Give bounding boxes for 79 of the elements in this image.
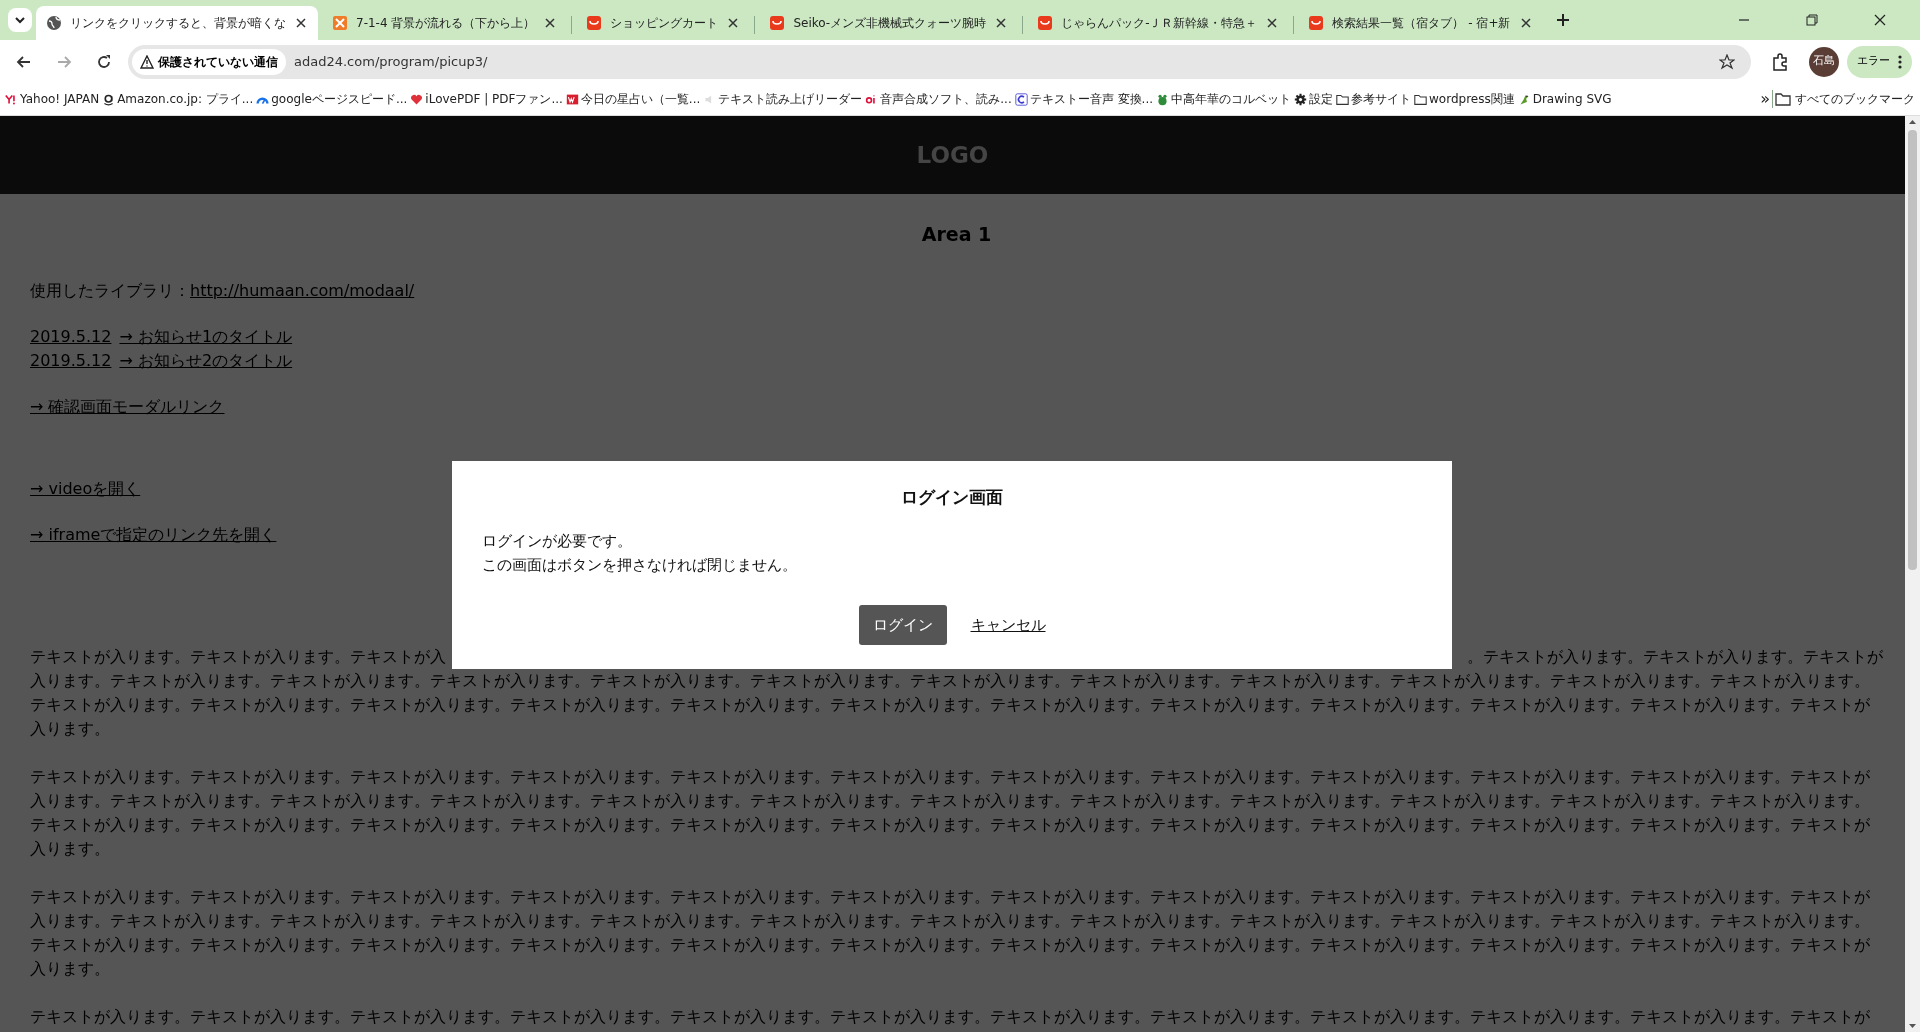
browser-tab[interactable]: ショッピングカート xyxy=(576,6,751,40)
body-paragraph: テキストが入ります。テキストが入ります。テキストが入ります。テキストが入ります。テキストが入ります。テキストが入ります。テキストが入ります。テキストが入ります。テキストが入ります。テキストが入ります。テキストが入ります。テキストが入ります。テキストが入ります。テキストが入ります。テキストが入ります。テキストが入ります。テキストが入ります。テキストが入ります。テキストが入ります。テキストが入ります。テキストが入ります。テキストが入ります。テキストが入ります。テキストが入ります。テキストが入ります。テキストが入ります。テキストが入ります。テキストが入ります。テキストが入ります。テキストが入ります。テキストが入ります。テキストが入ります。テキストが入ります。テキストが入ります。テキストが入ります。 xyxy=(30,885,1871,980)
puzzle-icon[interactable] xyxy=(1771,52,1789,71)
tab-title: 検索結果一覧（宿タブ） - 宿+新 xyxy=(1332,15,1511,32)
close-icon[interactable] xyxy=(1872,12,1888,28)
browser-tab[interactable]: 7-1-4 背景が流れる（下から上） xyxy=(322,6,568,40)
bookmark-item[interactable]: 中高年華のコルベット xyxy=(1155,88,1292,111)
tab-title: じゃらんパック-ＪＲ新幹線・特急＋ xyxy=(1061,15,1258,32)
login-button[interactable]: ログイン xyxy=(858,604,947,646)
tab-title: リンクをクリックすると、背景が暗くな xyxy=(70,15,286,32)
tab-search-button[interactable] xyxy=(8,8,32,32)
globe-icon xyxy=(46,15,62,31)
close-icon[interactable] xyxy=(726,16,741,30)
restore-icon[interactable] xyxy=(1804,12,1820,28)
close-icon[interactable] xyxy=(994,16,1009,30)
browser-tab[interactable]: じゃらんパック-ＪＲ新幹線・特急＋ xyxy=(1027,6,1290,40)
paragraph-text: 。テキストが入ります。テキストが入ります。テキストが xyxy=(1467,645,1883,668)
heart-icon xyxy=(410,92,424,106)
more-bookmarks-button[interactable]: » xyxy=(1759,85,1771,114)
close-icon[interactable] xyxy=(1265,16,1280,30)
bookmark-item[interactable]: Yahoo! JAPAN xyxy=(4,88,101,111)
paragraph-text: 入ります。テキストが入ります。テキストが入ります。テキストが入ります。テキストが入ります。テキストが入ります。テキストが入ります。テキストが入ります。テキストが入ります。テキストが入ります。テキストが入ります。テキストが入ります。テキストが入ります。テキストが入ります。テキストが入ります。テキストが入ります。テキストが入ります。テキストが入ります。テキストが入ります。テキストが入ります。テキストが入ります。テキストが入ります。テキストが入ります。テキストが入ります。 xyxy=(30,669,1871,740)
smile-logo-icon xyxy=(586,15,603,31)
folder-icon xyxy=(1336,92,1349,106)
security-chip[interactable]: 保護されていない通信 xyxy=(132,48,286,75)
bookmark-item[interactable]: wordpress関連 xyxy=(1413,88,1516,111)
folder-icon xyxy=(1775,91,1791,108)
folder-icon xyxy=(1414,92,1427,106)
chevron-down-icon xyxy=(14,14,26,26)
star-icon[interactable] xyxy=(1719,53,1735,70)
section-heading: Area 1 xyxy=(921,222,992,248)
profile-avatar[interactable]: 石島 xyxy=(1809,46,1839,77)
close-icon[interactable] xyxy=(294,16,308,30)
modal-text: この画面はボタンを押さなければ閉じません。 xyxy=(482,555,797,574)
frog-icon xyxy=(1156,92,1169,106)
bookmark-item[interactable]: すべてのブックマーク xyxy=(1774,88,1916,111)
plus-icon xyxy=(1554,12,1571,28)
cross-logo-icon xyxy=(332,15,348,31)
bookmark-item[interactable]: 参考サイト xyxy=(1335,88,1412,111)
bookmark-item[interactable]: Drawing SVG xyxy=(1516,88,1613,111)
bookmark-item[interactable]: テキスト読み上げリーダー xyxy=(702,88,864,111)
back-icon[interactable] xyxy=(16,53,32,70)
paragraph-text: テキストが入ります。テキストが入ります。テキストが入 xyxy=(30,645,446,668)
library-label: 使用したライブラリ： xyxy=(30,279,190,302)
reload-icon[interactable] xyxy=(96,53,112,70)
bookmark-item[interactable]: 設定 xyxy=(1293,88,1334,111)
bookmark-item[interactable]: 今日の星占い（一覧... xyxy=(564,88,702,111)
smile-logo-icon xyxy=(1037,15,1054,31)
close-icon[interactable] xyxy=(1518,16,1533,30)
body-paragraph: テキストが入ります。テキストが入ります。テキストが入ります。テキストが入ります。テキストが入ります。テキストが入ります。テキストが入ります。テキストが入ります。テキストが入ります。テキストが入ります。テキストが入ります。テキストが xyxy=(30,1005,1871,1028)
y-logo-icon xyxy=(5,92,18,106)
bookmark-item[interactable]: googleページスピード... xyxy=(255,88,409,111)
logo-text: LOGO xyxy=(916,141,989,171)
cancel-link[interactable]: キャンセル xyxy=(970,613,1046,637)
browser-tab[interactable]: リンクをクリックすると、背景が暗くな xyxy=(36,6,318,40)
address-bar[interactable]: 保護されていない通信 adad24.com/program/picup3/ xyxy=(128,44,1751,79)
bookmark-item[interactable]: iLovePDF | PDFファン... xyxy=(409,88,564,111)
gear-icon xyxy=(1294,92,1307,106)
bookmark-item[interactable]: 音声合成ソフト、読み... xyxy=(864,88,1013,111)
tab-title: Seiko-メンズ非機械式クォーツ腕時 xyxy=(793,15,987,32)
smile-logo-icon xyxy=(1308,15,1325,31)
error-button[interactable]: エラー xyxy=(1847,45,1912,78)
smile-logo-icon xyxy=(769,15,786,31)
modal-text: ログインが必要です。 xyxy=(482,531,632,550)
url-text: adad24.com/program/picup3/ xyxy=(294,52,488,71)
w-logo-icon xyxy=(565,92,579,106)
tab-title: 7-1-4 背景が流れる（下から上） xyxy=(356,15,536,32)
tab-title: ショッピングカート xyxy=(610,15,719,32)
bookmark-item[interactable]: Amazon.co.jp: プライ... xyxy=(101,88,255,111)
close-icon[interactable] xyxy=(543,16,558,30)
c-logo-icon xyxy=(1014,92,1028,106)
more-icon xyxy=(1898,54,1902,69)
warning-icon xyxy=(140,54,154,69)
browser-tab[interactable]: 検索結果一覧（宿タブ） - 宿+新 xyxy=(1298,6,1543,40)
bookmark-item[interactable]: テキストー音声 変換... xyxy=(1013,88,1154,111)
body-paragraph: テキストが入ります。テキストが入ります。テキストが入ります。テキストが入ります。テキストが入ります。テキストが入ります。テキストが入ります。テキストが入ります。テキストが入ります。テキストが入ります。テキストが入ります。テキストが入ります。テキストが入ります。テキストが入ります。テキストが入ります。テキストが入ります。テキストが入ります。テキストが入ります。テキストが入ります。テキストが入ります。テキストが入ります。テキストが入ります。テキストが入ります。テキストが入ります。テキストが入ります。テキストが入ります。テキストが入ります。テキストが入ります。テキストが入ります。テキストが入ります。テキストが入ります。テキストが入ります。テキストが入ります。テキストが入ります。テキストが入ります。 xyxy=(30,765,1871,860)
browser-tab[interactable]: Seiko-メンズ非機械式クォーツ腕時 xyxy=(759,6,1019,40)
modal-title: ログイン画面 xyxy=(901,487,1003,508)
scrollbar-thumb[interactable] xyxy=(1908,130,1917,571)
